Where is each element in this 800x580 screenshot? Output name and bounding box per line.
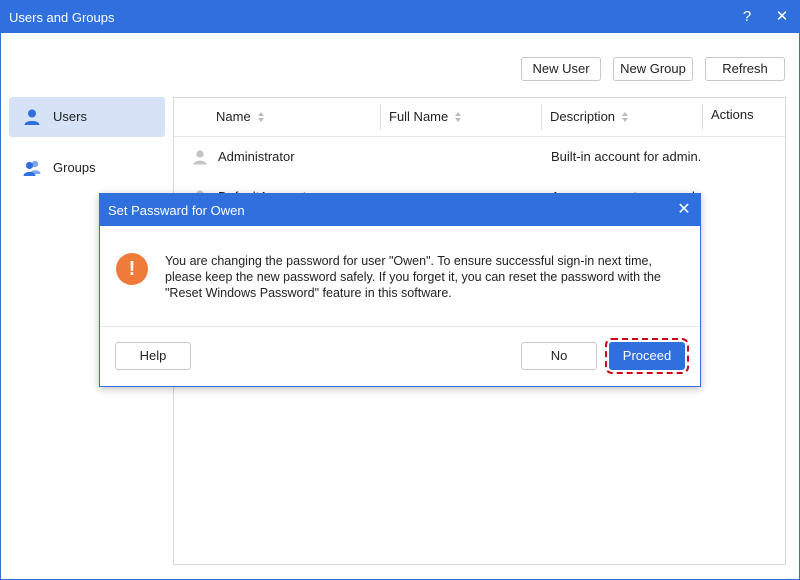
- dialog-message-line: You are changing the password for user "…: [165, 254, 652, 268]
- dialog-message: You are changing the password for user "…: [165, 253, 685, 301]
- help-button[interactable]: Help: [115, 342, 191, 370]
- warning-icon: !: [116, 253, 148, 285]
- proceed-button[interactable]: Proceed: [605, 338, 689, 374]
- dialog-titlebar: Set Passward for Owen ✕: [100, 194, 700, 226]
- dialog-title: Set Passward for Owen: [108, 203, 245, 218]
- modal-overlay: Set Passward for Owen ✕ ! You are changi…: [0, 0, 800, 580]
- dialog-message-line: please keep the new password safely. If …: [165, 270, 661, 284]
- set-password-dialog: Set Passward for Owen ✕ ! You are changi…: [99, 193, 701, 387]
- no-button[interactable]: No: [521, 342, 597, 370]
- close-icon[interactable]: ✕: [674, 200, 694, 220]
- dialog-message-line: "Reset Windows Password" feature in this…: [165, 286, 452, 300]
- dialog-divider: [100, 326, 700, 327]
